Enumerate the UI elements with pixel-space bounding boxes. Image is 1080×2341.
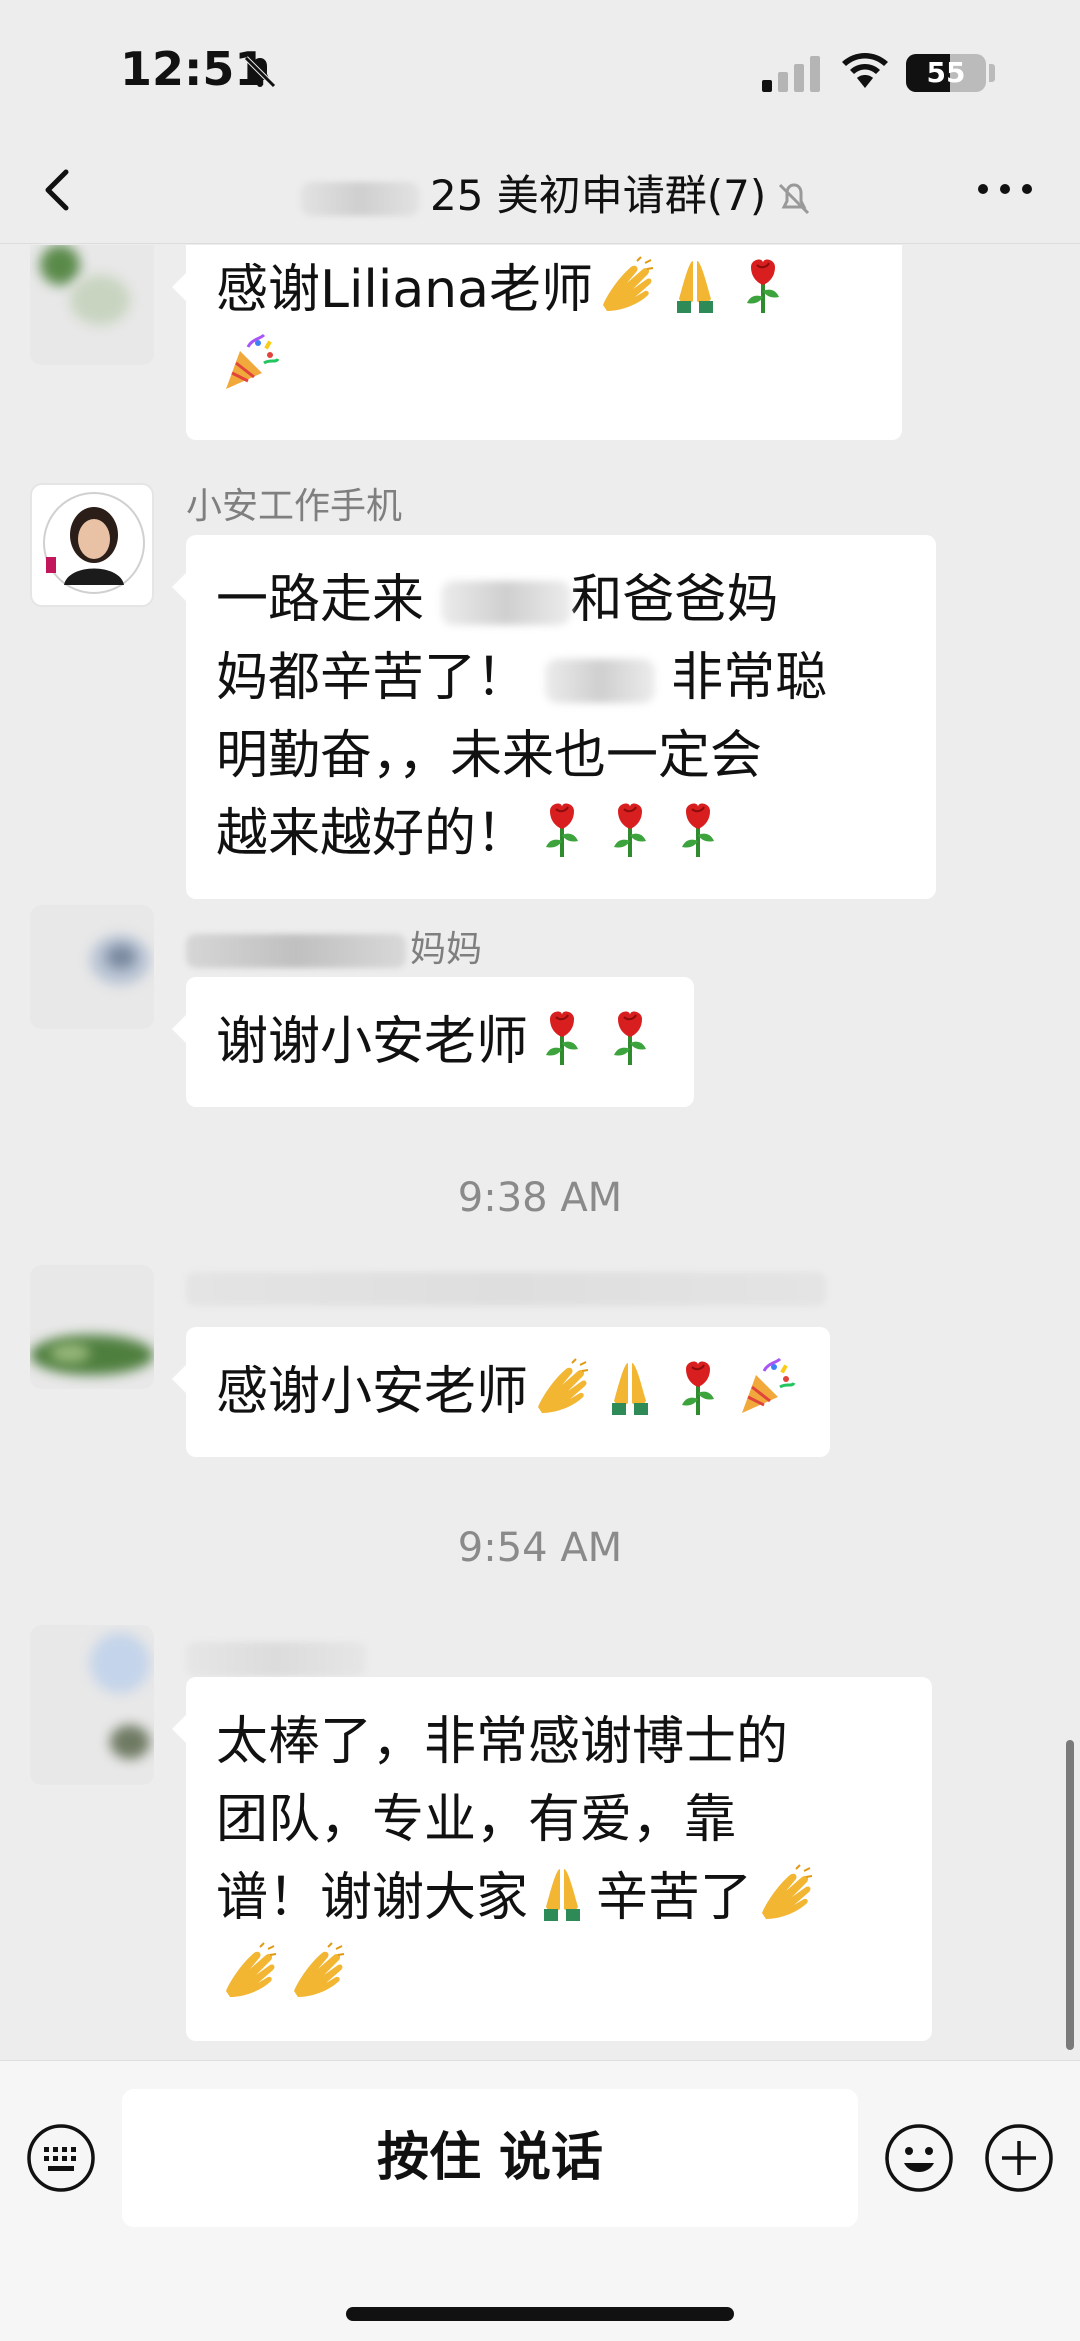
message-bubble[interactable]: 太棒了，非常感谢博士的 团队，专业，有爱，靠 谱！谢谢大家 辛苦了 bbox=[172, 1677, 932, 2041]
message-text: 明勤奋，，未来也一定会 bbox=[216, 726, 763, 786]
avatar[interactable] bbox=[30, 483, 154, 607]
avatar[interactable] bbox=[30, 1265, 154, 1389]
party-emoji bbox=[736, 1357, 796, 1417]
message-text: 感谢小安老师 bbox=[216, 1362, 529, 1422]
input-bar: 按住 说话 bbox=[0, 2060, 1080, 2341]
more-icon[interactable] bbox=[970, 164, 1040, 214]
message-text: 和爸爸妈 bbox=[570, 570, 779, 630]
message-text: 妈都辛苦了！ bbox=[216, 648, 529, 708]
plus-icon[interactable] bbox=[984, 2123, 1054, 2193]
rose-emoji bbox=[668, 799, 728, 859]
message-text: 感谢Liliana老师 bbox=[216, 260, 594, 320]
rose-emoji bbox=[733, 255, 793, 315]
message-text: 团队，专业，有爱，靠 bbox=[216, 1790, 737, 1850]
message-text: 辛苦了 bbox=[596, 1868, 753, 1928]
message-text: 谱！谢谢大家 bbox=[216, 1868, 529, 1928]
chat-title-text: 25 美初申请群(7) bbox=[430, 171, 767, 220]
chat-header: 25 美初申请群(7) bbox=[0, 140, 1080, 244]
redacted-text bbox=[544, 659, 655, 703]
clap-emoji bbox=[288, 1941, 348, 2001]
message-text: 谢谢小安老师 bbox=[216, 1012, 529, 1072]
sender-name bbox=[186, 1637, 370, 1678]
rose-emoji bbox=[532, 1007, 592, 1067]
battery-level: 55 bbox=[926, 56, 966, 89]
pray-emoji bbox=[665, 255, 725, 315]
sender-name bbox=[186, 1267, 830, 1308]
clap-emoji bbox=[597, 255, 657, 315]
scrollbar[interactable] bbox=[1066, 1740, 1074, 2050]
message-bubble[interactable]: 感谢Liliana老师 bbox=[172, 245, 902, 440]
message-bubble[interactable]: 感谢小安老师 bbox=[171, 1327, 831, 1457]
cellular-signal-icon bbox=[762, 56, 820, 92]
back-icon[interactable] bbox=[30, 160, 90, 220]
timestamp: 9:38 AM bbox=[457, 1175, 623, 1221]
party-emoji bbox=[220, 333, 280, 393]
clap-emoji bbox=[532, 1357, 592, 1417]
home-indicator[interactable] bbox=[346, 2307, 734, 2321]
battery-indicator: 55 bbox=[906, 54, 986, 92]
message-text: 非常聪 bbox=[671, 648, 828, 708]
redacted-text bbox=[186, 934, 406, 968]
message-list[interactable]: 感谢Liliana老师 小安工作手机 一路走来 和爸爸妈 妈都辛苦了！ 非常聪 … bbox=[0, 245, 1080, 2060]
pray-emoji bbox=[532, 1863, 592, 1923]
chat-title: 25 美初申请群(7) bbox=[300, 162, 860, 223]
profile-photo bbox=[43, 492, 145, 594]
hold-to-talk-button[interactable]: 按住 说话 bbox=[122, 2089, 858, 2227]
message-text: 一路走来 bbox=[216, 570, 425, 630]
pray-emoji bbox=[600, 1357, 660, 1417]
sender-name: 小安工作手机 bbox=[186, 486, 403, 527]
mute-icon bbox=[779, 182, 810, 214]
message-text: 太棒了，非常感谢博士的 bbox=[216, 1712, 789, 1772]
redacted-text bbox=[300, 181, 420, 216]
timestamp: 9:54 AM bbox=[457, 1525, 623, 1571]
keyboard-icon[interactable] bbox=[26, 2123, 96, 2193]
rose-emoji bbox=[668, 1357, 728, 1417]
avatar[interactable] bbox=[30, 1625, 154, 1785]
message-bubble[interactable]: 一路走来 和爸爸妈 妈都辛苦了！ 非常聪 明勤奋，，未来也一定会 越来越好的！ bbox=[172, 535, 936, 899]
avatar[interactable] bbox=[30, 905, 154, 1029]
redacted-text bbox=[440, 581, 571, 625]
clap-emoji bbox=[220, 1941, 280, 2001]
wifi-icon bbox=[842, 53, 888, 88]
emoji-icon[interactable] bbox=[884, 2123, 954, 2193]
status-bar: 12:51 55 bbox=[0, 0, 1080, 140]
redacted-text bbox=[186, 1272, 826, 1306]
sender-name: 妈妈 bbox=[186, 920, 482, 972]
clap-emoji bbox=[756, 1863, 816, 1923]
message-bubble[interactable]: 谢谢小安老师 bbox=[171, 977, 695, 1107]
redacted-text bbox=[186, 1642, 366, 1676]
avatar[interactable] bbox=[30, 245, 154, 365]
message-text: 越来越好的！ bbox=[216, 804, 529, 864]
rose-emoji bbox=[600, 799, 660, 859]
rose-emoji bbox=[532, 799, 592, 859]
rose-emoji bbox=[600, 1007, 660, 1067]
battery-cap bbox=[989, 64, 995, 82]
bell-mute-icon bbox=[244, 56, 276, 88]
